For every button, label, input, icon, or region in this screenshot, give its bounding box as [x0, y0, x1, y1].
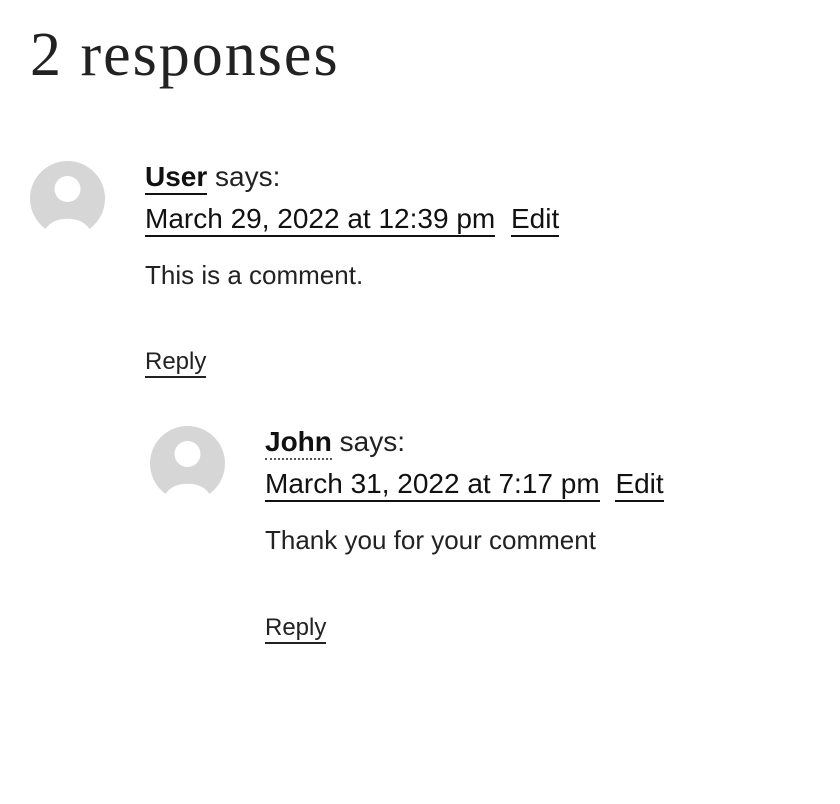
avatar — [150, 426, 225, 641]
comment-content: Thank you for your comment — [265, 522, 810, 558]
avatar-icon — [30, 161, 105, 236]
comment-date-link[interactable]: March 29, 2022 at 12:39 pm — [145, 203, 495, 237]
reply-wrapper: Reply — [145, 348, 810, 376]
comment-meta-author: User says: — [145, 161, 810, 193]
comment-item: John says: March 31, 2022 at 7:17 pm Edi… — [150, 426, 810, 641]
comment-meta-author: John says: — [265, 426, 810, 458]
comment-author-link[interactable]: User — [145, 161, 207, 195]
comment-body: John says: March 31, 2022 at 7:17 pm Edi… — [265, 426, 810, 641]
reply-wrapper: Reply — [265, 614, 810, 642]
comment-edit-link[interactable]: Edit — [511, 203, 559, 237]
responses-heading: 2 responses — [30, 20, 810, 91]
says-label: says: — [340, 426, 405, 457]
comment-edit-link[interactable]: Edit — [615, 468, 663, 502]
comment-meta-date: March 31, 2022 at 7:17 pm Edit — [265, 468, 810, 500]
comment-author-link[interactable]: John — [265, 426, 332, 460]
comment-item: User says: March 29, 2022 at 12:39 pm Ed… — [30, 161, 810, 376]
reply-link[interactable]: Reply — [265, 614, 326, 644]
comment-content: This is a comment. — [145, 257, 810, 293]
avatar-icon — [150, 426, 225, 501]
reply-link[interactable]: Reply — [145, 348, 206, 378]
says-label: says: — [215, 161, 280, 192]
comment-meta-date: March 29, 2022 at 12:39 pm Edit — [145, 203, 810, 235]
comment-date-link[interactable]: March 31, 2022 at 7:17 pm — [265, 468, 600, 502]
comment-body: User says: March 29, 2022 at 12:39 pm Ed… — [145, 161, 810, 376]
avatar — [30, 161, 105, 376]
